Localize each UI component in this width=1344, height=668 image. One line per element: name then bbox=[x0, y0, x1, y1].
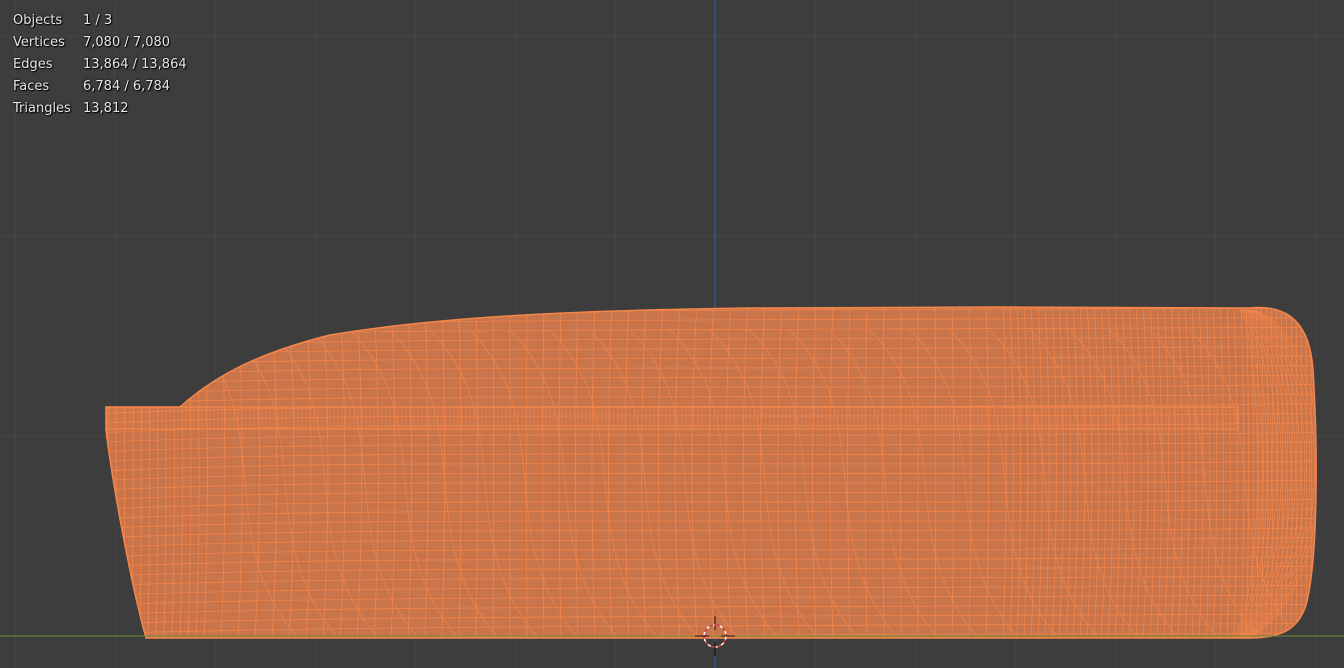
stat-value: 7,080 / 7,080 bbox=[83, 35, 171, 50]
stat-label: Edges bbox=[13, 57, 53, 72]
stat-vertices: Vertices 7,080 / 7,080 bbox=[13, 32, 187, 54]
statistics-overlay: Objects 1 / 3 Vertices 7,080 / 7,080 Edg… bbox=[13, 10, 187, 120]
stat-value: 13,864 / 13,864 bbox=[83, 57, 187, 72]
viewport-canvas[interactable] bbox=[0, 0, 1344, 668]
stat-faces: Faces 6,784 / 6,784 bbox=[13, 76, 187, 98]
stat-value: 6,784 / 6,784 bbox=[83, 79, 171, 94]
stat-label: Vertices bbox=[13, 35, 65, 50]
stat-triangles: Triangles 13,812 bbox=[13, 98, 187, 120]
stat-label: Triangles bbox=[13, 101, 71, 116]
stat-value: 1 / 3 bbox=[83, 13, 113, 28]
selected-mesh[interactable] bbox=[100, 300, 1320, 643]
stat-objects: Objects 1 / 3 bbox=[13, 10, 187, 32]
stat-label: Objects bbox=[13, 13, 63, 28]
stat-value: 13,812 bbox=[83, 101, 129, 116]
stat-edges: Edges 13,864 / 13,864 bbox=[13, 54, 187, 76]
stat-label: Faces bbox=[13, 79, 50, 94]
3d-viewport[interactable]: Objects 1 / 3 Vertices 7,080 / 7,080 Edg… bbox=[0, 0, 1344, 668]
